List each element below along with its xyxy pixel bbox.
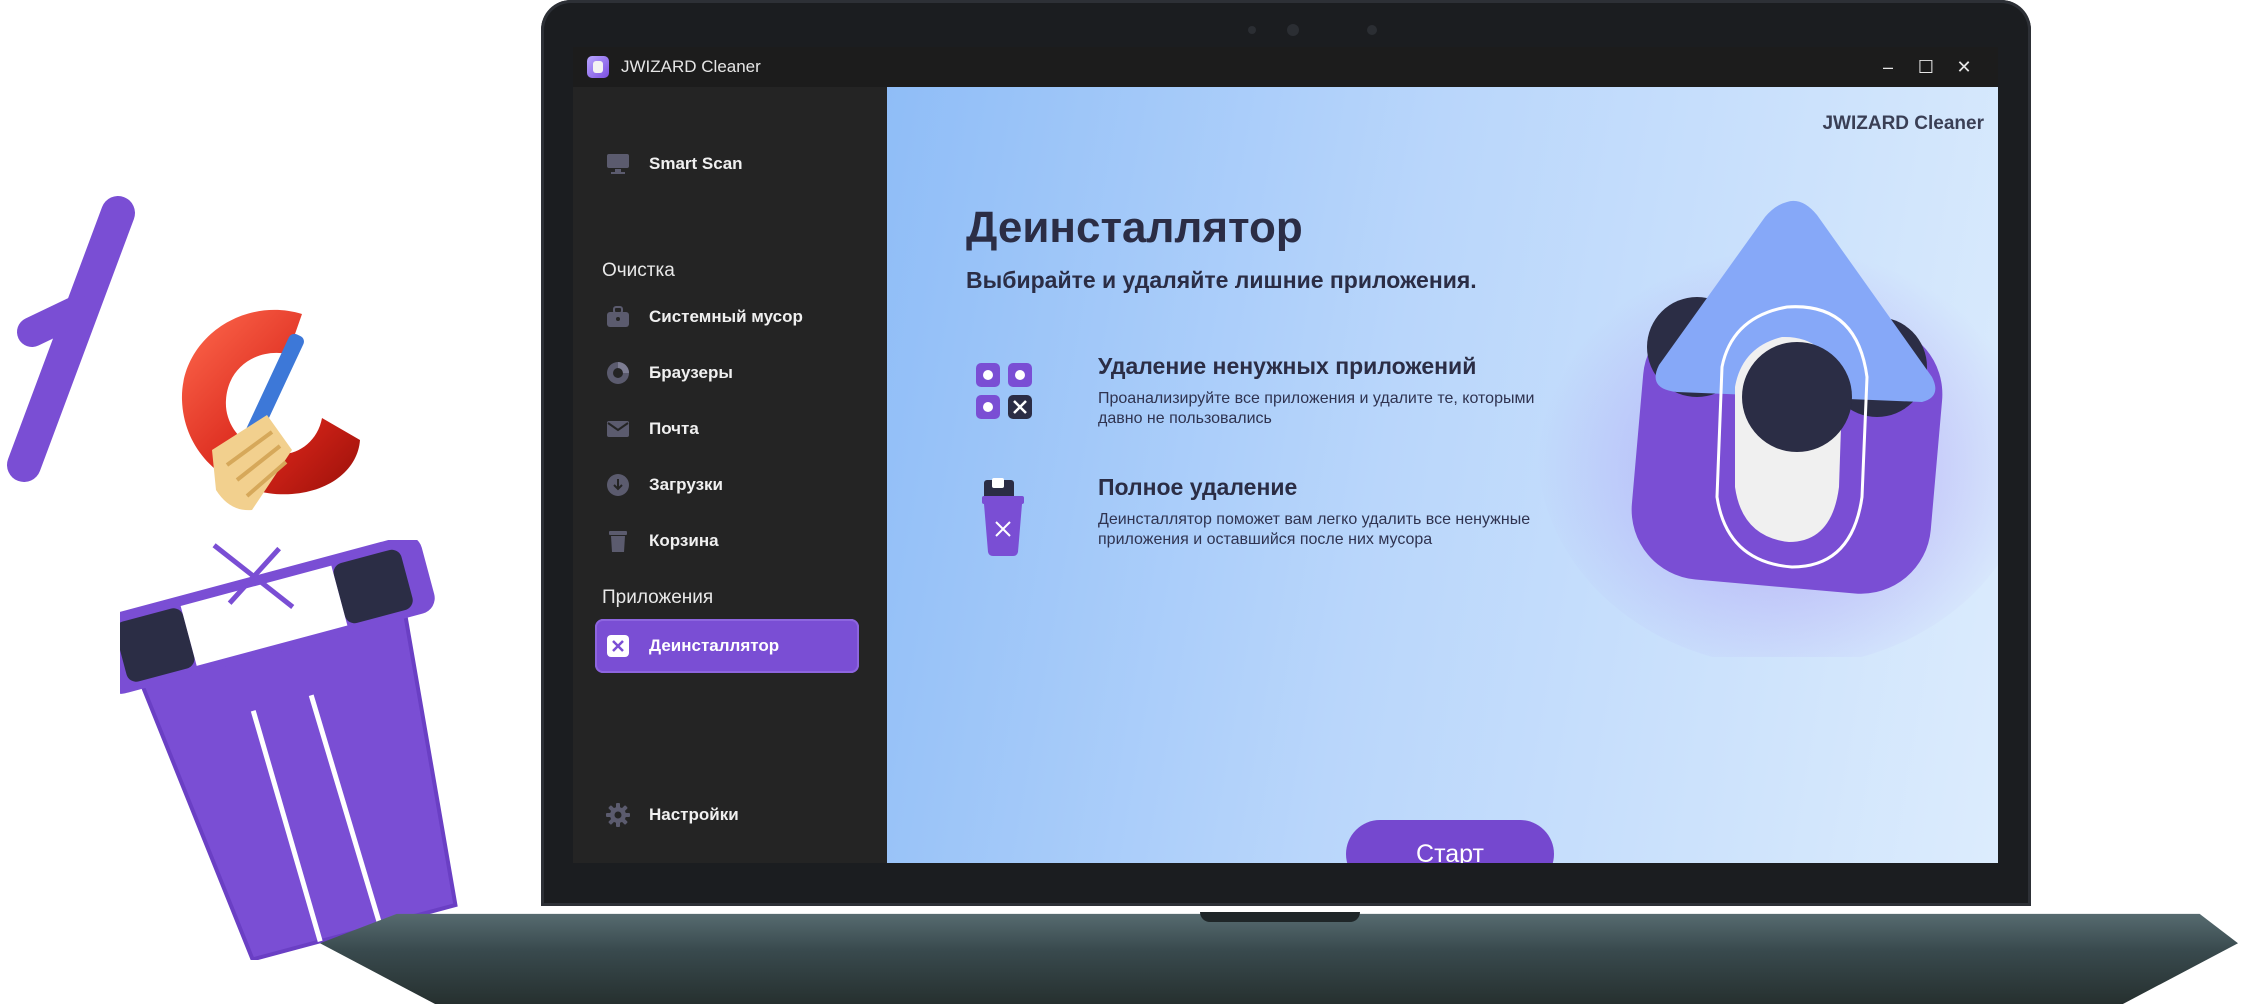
sidebar: Smart Scan Очистка Системный мусор Брауз…: [573, 87, 887, 863]
minimize-button[interactable]: –: [1874, 57, 1902, 78]
feature-remove-apps: Удаление ненужных приложений Проанализир…: [966, 353, 1566, 443]
sidebar-item-label: Браузеры: [649, 363, 733, 382]
brand-label: JWIZARD Cleaner: [1822, 113, 1984, 134]
maximize-button[interactable]: ☐: [1912, 57, 1940, 78]
feature-title: Полное удаление: [1098, 474, 1298, 500]
feature-description: Проанализируйте все приложения и удалите…: [1098, 390, 1535, 427]
sidebar-item-label: Настройки: [649, 805, 739, 824]
sidebar-item-browsers[interactable]: Браузеры: [595, 348, 859, 398]
title-bar[interactable]: JWIZARD Cleaner – ☐ ✕: [573, 47, 1998, 87]
sidebar-item-trash[interactable]: Корзина: [595, 516, 859, 566]
sidebar-item-label: Деинсталлятор: [649, 636, 780, 655]
sidebar-item-downloads[interactable]: Загрузки: [595, 460, 859, 510]
window-controls: – ☐ ✕: [1874, 47, 1978, 87]
webcam: [1287, 24, 1299, 36]
sidebar-item-label: Системный мусор: [649, 307, 803, 326]
sidebar-item-smart-scan[interactable]: Smart Scan: [595, 139, 859, 189]
sidebar-item-label: Smart Scan: [649, 154, 743, 173]
gear-icon: [605, 802, 631, 828]
briefcase-icon: [605, 304, 631, 330]
laptop-notch: [1200, 912, 1360, 922]
trash-icon: [605, 528, 631, 554]
mail-icon: [605, 416, 631, 442]
main-content: JWIZARD Cleaner Деинсталлятор Выбирайте …: [887, 87, 1998, 863]
feature-description: Деинсталлятор поможет вам легко удалить …: [1098, 511, 1531, 548]
feature-title: Удаление ненужных приложений: [1098, 353, 1477, 379]
sidebar-item-label: Загрузки: [649, 475, 723, 494]
start-button[interactable]: Старт: [1346, 820, 1554, 863]
ccleaner-logo: [181, 309, 360, 511]
section-title-apps: Приложения: [602, 587, 714, 608]
sidebar-item-uninstaller[interactable]: Деинсталлятор: [595, 619, 859, 673]
app-logo-icon: [587, 56, 609, 78]
feature-full-removal: Полное удаление Деинсталлятор поможет ва…: [966, 474, 1566, 564]
page-subtitle: Выбирайте и удаляйте лишние приложения.: [966, 267, 1477, 293]
sidebar-item-system-junk[interactable]: Системный мусор: [595, 292, 859, 342]
window-title: JWIZARD Cleaner: [621, 57, 761, 76]
close-button[interactable]: ✕: [1950, 57, 1978, 78]
browser-icon: [605, 360, 631, 386]
download-icon: [605, 472, 631, 498]
sidebar-item-label: Корзина: [649, 531, 719, 550]
section-title-cleaning: Очистка: [602, 260, 675, 281]
decorative-trash-bin: [120, 540, 458, 960]
monitor-icon: [605, 151, 631, 177]
sidebar-item-mail[interactable]: Почта: [595, 404, 859, 454]
sidebar-item-settings[interactable]: Настройки: [595, 790, 859, 840]
apps-grid-icon: [966, 353, 1046, 433]
page-title: Деинсталлятор: [966, 203, 1303, 252]
uninstall-icon: [605, 633, 631, 659]
uninstaller-illustration: [1537, 200, 1998, 657]
decorative-purple-stick: [7, 196, 135, 482]
camera-sensor: [1367, 25, 1377, 35]
sidebar-item-label: Почта: [649, 419, 699, 438]
camera-sensor: [1248, 26, 1256, 34]
bin-icon: [966, 474, 1046, 556]
app-window: JWIZARD Cleaner – ☐ ✕ Smart Scan Очистка…: [573, 47, 1998, 863]
